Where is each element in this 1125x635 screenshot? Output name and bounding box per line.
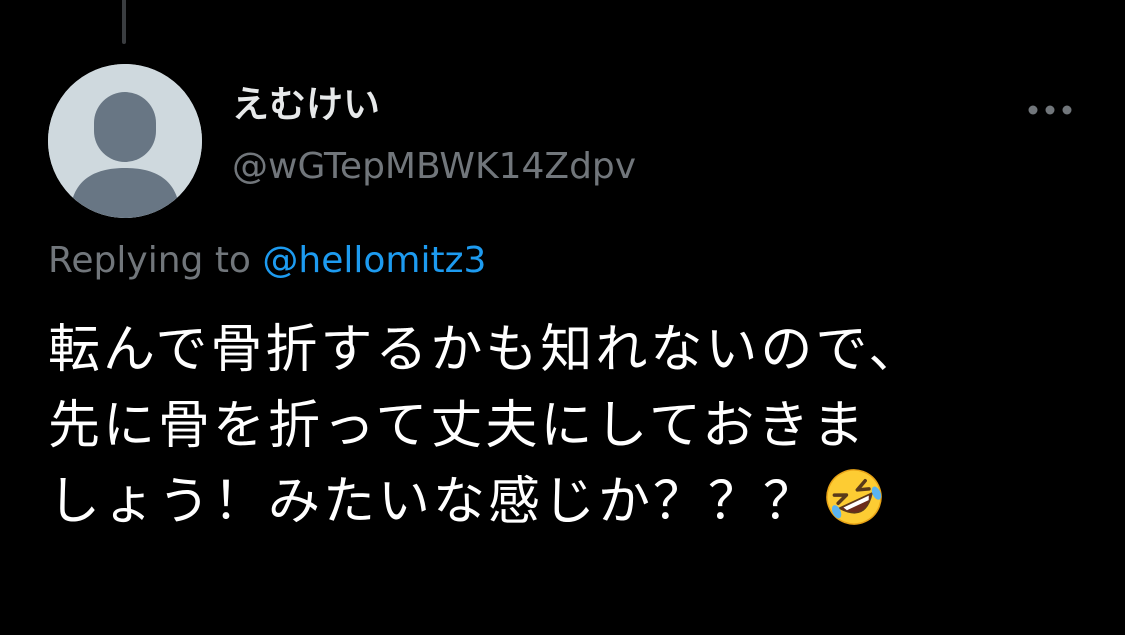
tweet-text-line-1: 転んで骨折するかも知れないので、 [48,320,924,380]
reply-mention-link[interactable]: @hellomitz3 [262,240,486,281]
more-options-button[interactable] [1020,88,1080,132]
tweet-text-line-2: 先に骨を折って丈夫にしておきま [48,396,868,456]
replying-to-line: Replying to @hellomitz3 [48,236,486,286]
user-display-name[interactable]: えむけい [232,82,380,128]
rolling-on-the-floor-laughing-emoji-icon [824,467,884,548]
tweet-text-line-3-text: しょう！みたいな感じか？？？ [48,472,819,532]
tweet-text-line-3: しょう！みたいな感じか？？？ [48,464,1108,548]
user-handle[interactable]: @wGTepMBWK14Zdpv [232,144,636,190]
thread-connector-line [122,0,126,44]
replying-to-label: Replying to [48,240,263,281]
avatar[interactable] [48,64,202,218]
tweet-text: 転んで骨折するかも知れないので、 先に骨を折って丈夫にしておきま しょう！みたい… [48,312,1108,548]
more-horizontal-icon [1028,105,1072,115]
default-profile-icon [48,64,202,218]
